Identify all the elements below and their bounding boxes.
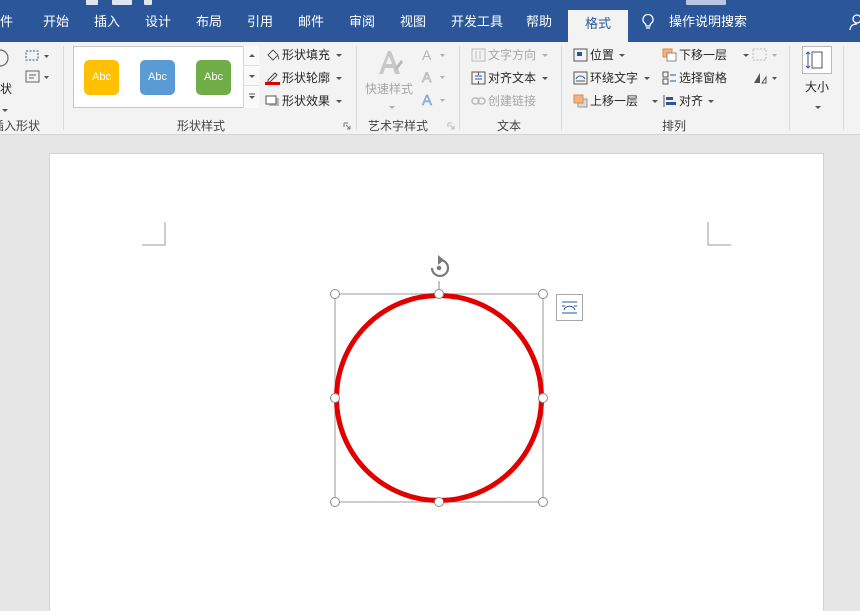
selection-pane-label: 选择窗格 xyxy=(679,71,728,85)
wrap-text-icon xyxy=(573,71,588,85)
rotate-objects-icon[interactable] xyxy=(751,70,781,86)
arrange-group-label: 排列 xyxy=(662,119,687,133)
text-effects-icon: A xyxy=(422,92,445,108)
wrap-text-label: 环绕文字 xyxy=(590,71,639,85)
shape-effects-label: 形状效果 xyxy=(282,94,331,108)
text-outline-icon: A xyxy=(422,70,445,84)
rotate-handle-icon[interactable] xyxy=(430,255,450,278)
shape-style-swatch[interactable]: Abc xyxy=(84,60,119,95)
shape-style-swatch[interactable]: Abc xyxy=(196,60,231,95)
gallery-more-button[interactable] xyxy=(244,86,259,106)
position-icon xyxy=(573,48,588,62)
align-text-label: 对齐文本 xyxy=(488,71,537,85)
margin-corner-mark xyxy=(707,222,731,246)
selected-circle-shape[interactable] xyxy=(328,248,590,510)
tab-home[interactable]: 开始 xyxy=(43,10,69,34)
shape-fill-label: 形状填充 xyxy=(282,48,331,62)
tab-mailings[interactable]: 邮件 xyxy=(298,10,324,34)
dialog-launcher-icon xyxy=(447,122,455,130)
pencil-outline-icon xyxy=(265,72,280,85)
size-icon xyxy=(805,51,823,69)
shapes-button[interactable]: 状 xyxy=(0,79,12,99)
align-objects-icon xyxy=(663,95,676,107)
shape-effects-icon xyxy=(265,95,279,106)
layout-options-button[interactable] xyxy=(556,294,583,321)
align-label: 对齐 xyxy=(679,94,704,108)
shapes-gallery-icon[interactable] xyxy=(0,48,14,70)
size-label: 大小 xyxy=(805,80,830,94)
tab-format[interactable]: 格式 xyxy=(568,0,629,42)
bring-forward-label: 上移一层 xyxy=(590,94,639,108)
layout-options-icon xyxy=(562,301,577,314)
shape-styles-group-label: 形状样式 xyxy=(177,119,226,133)
bring-forward-icon xyxy=(573,94,588,108)
quick-styles-label: 快速样式 xyxy=(365,82,414,96)
qat-button[interactable] xyxy=(86,0,98,5)
title-tab-bar: 件 开始 插入 设计 布局 引用 邮件 审阅 视图 开发工具 帮助 格式 操作说… xyxy=(0,0,860,42)
size-button[interactable]: 大小 xyxy=(805,77,829,97)
draw-textbox-icon[interactable] xyxy=(24,69,50,85)
send-backward-label: 下移一层 xyxy=(679,48,728,62)
qat-button[interactable] xyxy=(112,0,132,5)
quick-styles-button[interactable]: 快速样式 xyxy=(365,79,413,99)
gallery-scrollbar[interactable] xyxy=(243,46,259,108)
tell-me-label: 操作说明搜索 xyxy=(669,14,748,29)
svg-text:A: A xyxy=(422,92,432,108)
gallery-down-button[interactable] xyxy=(244,66,259,86)
insert-shapes-group-label: 插入形状 xyxy=(0,119,41,133)
dialog-launcher-icon[interactable] xyxy=(343,122,351,130)
wordart-group-label: 艺术字样式 xyxy=(368,119,429,133)
svg-text:A: A xyxy=(422,48,432,62)
size-button-icon-box[interactable] xyxy=(802,46,832,74)
align-text-icon xyxy=(471,71,486,85)
lightbulb-icon xyxy=(642,13,654,29)
shapes-label: 状 xyxy=(0,82,13,96)
resize-handles[interactable] xyxy=(330,289,548,507)
margin-corner-mark xyxy=(142,222,166,246)
text-direction-label: 文字方向 xyxy=(488,48,537,62)
shape-style-swatch[interactable]: Abc xyxy=(140,60,175,95)
selection-pane-icon xyxy=(662,71,676,85)
gallery-up-button[interactable] xyxy=(244,46,259,66)
text-group-label: 文本 xyxy=(497,119,522,133)
group-objects-icon xyxy=(752,48,777,61)
edit-shape-icon[interactable] xyxy=(24,48,50,64)
wordart-a-icon xyxy=(379,51,403,74)
text-direction-icon xyxy=(471,48,486,62)
tab-file[interactable]: 件 xyxy=(0,10,13,34)
tab-design[interactable]: 设计 xyxy=(145,10,171,34)
tab-review[interactable]: 审阅 xyxy=(349,10,375,34)
tab-layout[interactable]: 布局 xyxy=(196,10,222,34)
circle-outline xyxy=(334,293,544,503)
tab-developer[interactable]: 开发工具 xyxy=(451,10,503,34)
tab-references[interactable]: 引用 xyxy=(247,10,273,34)
tab-help[interactable]: 帮助 xyxy=(526,10,552,34)
qat-indicator xyxy=(686,0,726,5)
text-fill-icon: A xyxy=(422,48,445,62)
tab-view[interactable]: 视图 xyxy=(400,10,426,34)
paint-bucket-icon xyxy=(267,49,280,61)
shape-styles-gallery[interactable]: Abc Abc Abc xyxy=(73,46,259,108)
ribbon: 状 插入形状 Abc Abc Abc 形状填充 形状轮廓 xyxy=(0,42,860,135)
position-label: 位置 xyxy=(590,48,615,62)
tab-insert[interactable]: 插入 xyxy=(94,10,120,34)
link-icon xyxy=(471,97,486,105)
qat-button[interactable] xyxy=(144,0,152,5)
shape-outline-label: 形状轮廓 xyxy=(282,71,331,85)
create-link-label: 创建链接 xyxy=(488,94,537,108)
send-backward-icon xyxy=(662,48,677,62)
person-icon[interactable] xyxy=(849,14,860,30)
svg-text:A: A xyxy=(422,70,432,84)
